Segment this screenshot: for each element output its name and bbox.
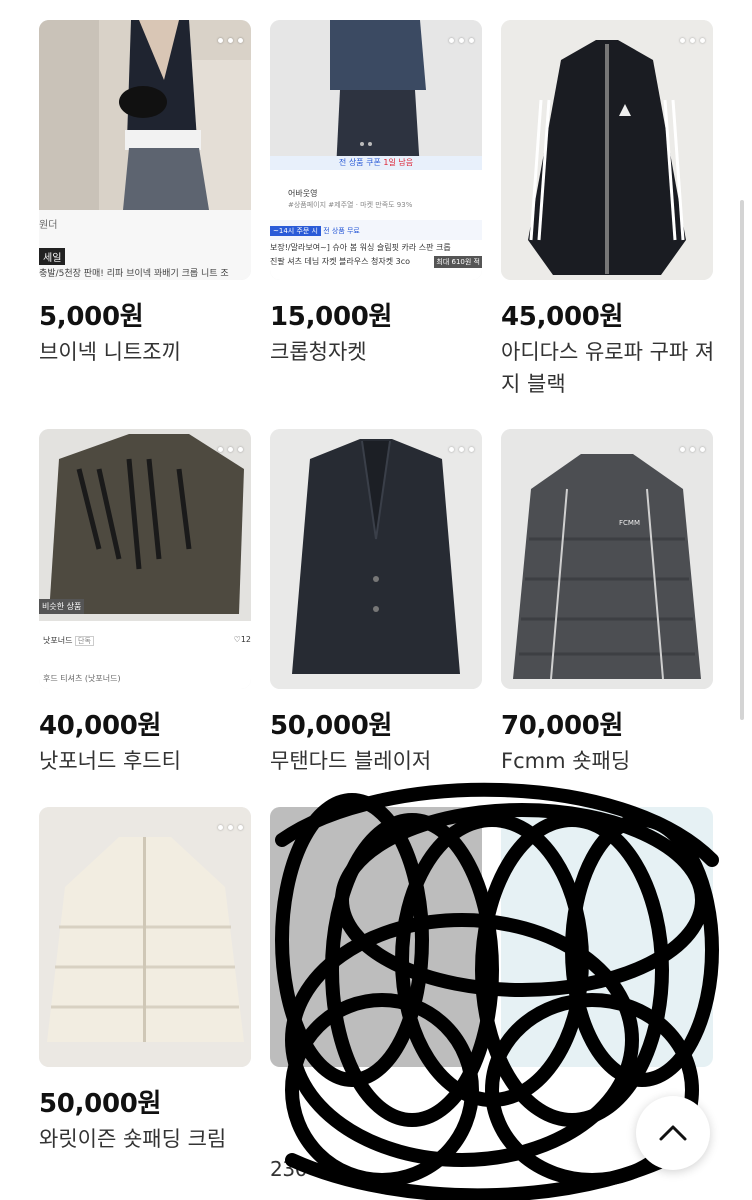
more-options-icon[interactable] (655, 30, 705, 50)
product-price: 70,000원 (501, 711, 624, 741)
product-photo (270, 20, 482, 280)
product-title[interactable]: 무탠다드 블레이저 (270, 745, 490, 777)
product-photo (39, 429, 251, 689)
like-count: 12 (240, 635, 251, 644)
similar-badge: 비슷한 상품 (39, 599, 85, 614)
thumb-seller: 낫포너드 단독 (43, 635, 94, 646)
likes: ♡12 (234, 635, 251, 644)
product-title[interactable]: 낫포너드 후드티 (39, 745, 259, 777)
product-photo (270, 807, 482, 1067)
product-image[interactable] (270, 807, 482, 1067)
thumb-seller-tags: #상품페이지 #제주열 · 마켓 만족도 93% (288, 201, 413, 209)
thumb-promo: ~14시 주문 시 전 상품 무료 (270, 226, 360, 236)
more-options-icon[interactable] (193, 30, 243, 50)
product-image[interactable] (270, 429, 482, 689)
scroll-to-top-button[interactable] (636, 1096, 710, 1170)
product-price: 5,000원 (39, 302, 144, 332)
product-price: 50,000원 (270, 711, 393, 741)
product-photo (39, 20, 251, 280)
product-price: 15,000원 (270, 302, 393, 332)
more-options-icon[interactable] (424, 439, 474, 459)
thumb-shop: 원더 (39, 220, 58, 231)
product-title[interactable]: Fcmm 숏패딩 (501, 745, 721, 777)
product-price: 40,000원 (39, 711, 162, 741)
product-title[interactable]: 브이넥 니트조끼 (39, 336, 259, 368)
product-title[interactable]: 크롭청자켓 (270, 336, 490, 368)
coupon-banner: 전 상품 쿠폰 1일 남음 (270, 157, 482, 168)
thumb-tag: 세일 (39, 248, 66, 265)
product-photo (39, 807, 251, 1067)
heart-icon: ♡ (233, 635, 241, 644)
thumb-desc: 충발/5천장 판매! 리파 브이넥 꽈배기 크롭 니트 조 (39, 269, 229, 279)
thumb-desc: 후드 티셔츠 (낫포너드) (43, 674, 121, 683)
promo-label-2: 전 상품 무료 (323, 227, 360, 235)
more-options-icon[interactable] (424, 30, 474, 50)
chevron-up-icon (659, 1125, 687, 1141)
product-image[interactable] (501, 20, 713, 280)
product-title[interactable]: 와릿이즌 숏패딩 크림 (39, 1123, 259, 1155)
thumb-seller: 어바웃영 (288, 189, 318, 198)
more-options-icon[interactable] (655, 439, 705, 459)
coupon-days: 1일 남음 (383, 158, 414, 167)
product-price: 45,000원 (501, 302, 624, 332)
product-price: 230 ulc (270, 1157, 342, 1181)
product-image[interactable]: 비슷한 상품 낫포너드 단독 ♡12 후드 티셔츠 (낫포너드) (39, 429, 251, 689)
product-image[interactable]: 원더 세일 충발/5천장 판매! 리파 브이넥 꽈배기 크롭 니트 조 (39, 20, 251, 280)
thumb-line2: 진팔 셔츠 데님 자켓 블라우스 청자켓 3co (270, 257, 411, 266)
seller-name: 낫포너드 (43, 636, 73, 645)
thumb-count: 최대 610원 적 (434, 256, 482, 268)
product-title[interactable]: 아디다스 유로파 구파 져지 블랙 (501, 336, 721, 400)
thumb-line1: 보장!/말라보여~] 슈아 봄 워싱 슬림핏 카라 스판 크롭 (270, 243, 451, 252)
coupon-label: 전 상품 쿠폰 (338, 158, 381, 167)
product-photo (270, 429, 482, 689)
product-image[interactable]: 전 상품 쿠폰 1일 남음 어바웃영 #상품페이지 #제주열 · 마켓 만족도 … (270, 20, 482, 280)
more-options-icon[interactable] (193, 439, 243, 459)
scrollbar[interactable] (740, 200, 744, 720)
product-image[interactable] (39, 807, 251, 1067)
brand-label: FCMM (619, 519, 640, 527)
promo-label: ~14시 주문 시 (270, 226, 321, 236)
product-price: 50,000원 (39, 1089, 162, 1119)
product-image[interactable]: FCMM (501, 429, 713, 689)
product-photo (501, 429, 713, 689)
seller-tag: 단독 (75, 636, 94, 646)
product-photo (501, 20, 713, 280)
more-options-icon[interactable] (193, 817, 243, 837)
product-card-partial[interactable] (501, 807, 713, 1067)
